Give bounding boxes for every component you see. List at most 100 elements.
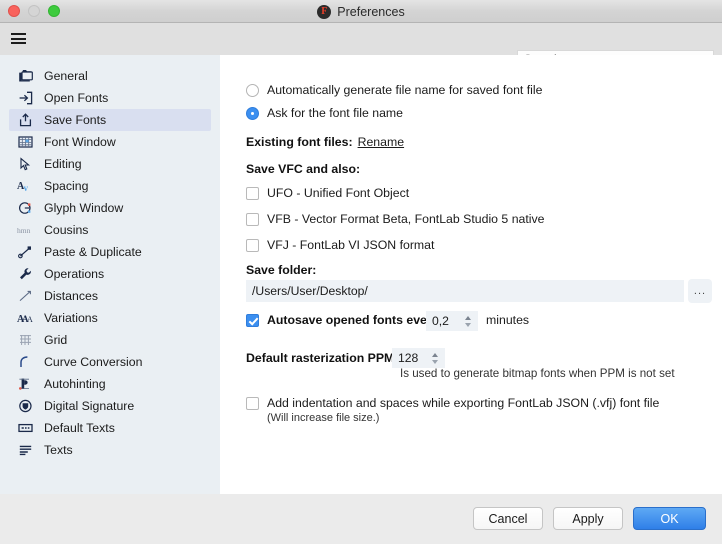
auto-name-radio-row[interactable]: Automatically generate file name for sav… [246,83,542,97]
autosave-stepper-arrows[interactable] [461,312,475,330]
sidebar-item-operations[interactable]: Operations [9,263,211,285]
sidebar-item-label: Spacing [44,179,89,193]
sidebar-item-editing[interactable]: Editing [9,153,211,175]
stepper-up-icon[interactable] [465,315,471,320]
rename-link[interactable]: Rename [358,135,404,149]
sidebar-item-label: Save Fonts [44,113,107,127]
checkbox-ufo[interactable] [246,186,259,200]
browse-folder-button[interactable]: ... [688,279,712,303]
checkbox-vfj[interactable] [246,238,259,252]
stepper-up-icon[interactable] [432,352,438,357]
rasterization-ppm-label: Default rasterization PPM: [246,351,399,365]
rasterization-ppm-value[interactable]: 128 [392,351,428,365]
sidebar-item-cousins[interactable]: hmn Cousins [9,219,211,241]
title-bar: F Preferences [0,0,722,23]
wrench-icon [16,266,34,282]
existing-font-files-row: Existing font files: Rename [246,135,404,149]
checkbox-vfb[interactable] [246,212,259,226]
shield-check-icon [16,398,34,414]
preferences-window: F Preferences Search General [0,0,722,544]
autosave-label: Autosave opened fonts every [267,313,439,327]
sidebar-item-grid[interactable]: Grid [9,329,211,351]
text-box-icon [16,420,34,436]
indentation-row[interactable]: Add indentation and spaces while exporti… [246,396,659,424]
save-folder-heading: Save folder: [246,263,317,277]
checkbox-autosave[interactable] [246,313,259,327]
sidebar-item-save-fonts[interactable]: Save Fonts [9,109,211,131]
sidebar-item-texts[interactable]: Texts [9,439,211,461]
checkbox-vfj-label: VFJ - FontLab VI JSON format [267,238,435,252]
sidebar-item-glyph-window[interactable]: Glyph Window [9,197,211,219]
sidebar-item-label: Digital Signature [44,399,135,413]
measure-line-icon [16,288,34,304]
svg-text:v: v [24,183,29,193]
checkbox-add-indentation-label: Add indentation and spaces while exporti… [267,396,660,410]
radio-ask-file-name[interactable] [246,106,259,120]
hamburger-menu-icon[interactable] [11,32,26,45]
autosave-unit-label: minutes [486,313,530,327]
sidebar-item-digital-signature[interactable]: Digital Signature [9,395,211,417]
ppm-stepper-arrows[interactable] [428,349,442,367]
sidebar-item-label: Open Fonts [44,91,109,105]
sidebar-item-label: Autohinting [44,377,106,391]
title-center-group: F Preferences [0,0,722,23]
save-vfc-heading: Save VFC and also: [246,162,361,176]
save-folder-input[interactable]: /Users/User/Desktop/ [246,280,684,302]
sidebar: General Open Fonts Save Fonts Font Windo… [0,55,220,494]
radio-auto-generate-label: Automatically generate file name for sav… [267,83,543,97]
sidebar-item-general[interactable]: General [9,65,211,87]
window-title: Preferences [337,4,405,19]
kerning-av-icon: A v [16,178,34,194]
sidebar-item-font-window[interactable]: Font Window [9,131,211,153]
sidebar-item-label: Operations [44,267,105,281]
sidebar-item-distances[interactable]: Distances [9,285,211,307]
sidebar-item-variations[interactable]: A A A Variations [9,307,211,329]
svg-text:hmn: hmn [17,226,31,235]
sidebar-item-default-texts[interactable]: Default Texts [9,417,211,439]
stepper-down-icon[interactable] [465,322,471,327]
cursor-arrow-icon [16,156,34,172]
cancel-button[interactable]: Cancel [473,507,543,530]
checkbox-ufo-row[interactable]: UFO - Unified Font Object [246,186,409,200]
fontlab-f-icon: F [317,4,332,19]
hinting-stem-icon [16,376,34,392]
sidebar-item-paste-duplicate[interactable]: Paste & Duplicate [9,241,211,263]
sidebar-item-label: General [44,69,88,83]
main-panel: Automatically generate file name for sav… [220,55,722,494]
sidebar-item-autohinting[interactable]: Autohinting [9,373,211,395]
checkbox-vfb-row[interactable]: VFB - Vector Format Beta, FontLab Studio… [246,212,545,226]
stepper-down-icon[interactable] [432,359,438,364]
grid-table-icon [16,134,34,150]
checkbox-ufo-label: UFO - Unified Font Object [267,186,410,200]
ok-button[interactable]: OK [633,507,706,530]
svg-text:A: A [27,315,33,324]
sidebar-item-curve-conversion[interactable]: Curve Conversion [9,351,211,373]
checkbox-vfb-label: VFB - Vector Format Beta, FontLab Studio… [267,212,545,226]
rasterization-ppm-stepper[interactable]: 128 [392,348,445,368]
rasterization-ppm-hint: Is used to generate bitmap fonts when PP… [400,367,675,380]
upload-box-icon [16,112,34,128]
node-link-icon [16,244,34,260]
apply-button[interactable]: Apply [553,507,623,530]
radio-ask-file-name-label: Ask for the font file name [267,106,404,120]
sidebar-item-open-fonts[interactable]: Open Fonts [9,87,211,109]
checkbox-add-indentation[interactable] [246,397,259,410]
grid-icon [16,332,34,348]
arrow-into-box-icon [16,90,34,106]
glyph-g-icon [16,200,34,216]
autosave-interval-value[interactable]: 0,2 [426,314,461,328]
checkbox-vfj-row[interactable]: VFJ - FontLab VI JSON format [246,238,434,252]
folders-icon [16,68,34,84]
radio-auto-generate-name[interactable] [246,83,259,97]
autosave-interval-stepper[interactable]: 0,2 [426,311,478,331]
existing-font-files-label: Existing font files: [246,135,353,149]
sidebar-item-label: Grid [44,333,68,347]
sidebar-item-label: Distances [44,289,98,303]
sidebar-item-label: Paste & Duplicate [44,245,142,259]
sidebar-item-label: Cousins [44,223,89,237]
sidebar-item-spacing[interactable]: A v Spacing [9,175,211,197]
indentation-text-group: Add indentation and spaces while exporti… [267,396,659,424]
sidebar-item-label: Variations [44,311,98,325]
ask-name-radio-row[interactable]: Ask for the font file name [246,106,403,120]
sidebar-item-label: Glyph Window [44,201,124,215]
